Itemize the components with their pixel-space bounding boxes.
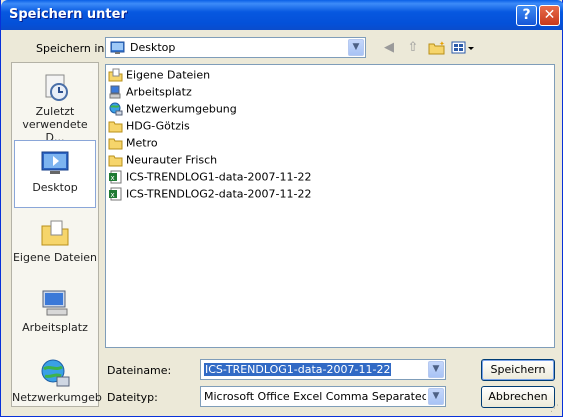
- view-menu-icon[interactable]: [451, 40, 475, 56]
- network-icon: [39, 357, 71, 389]
- file-name: Eigene Dateien: [126, 68, 211, 82]
- back-icon[interactable]: ◀: [379, 40, 399, 56]
- filename-input[interactable]: ICS-TRENDLOG1-data-2007-11-22 ▼: [200, 359, 446, 380]
- svg-text:x: x: [111, 191, 115, 199]
- list-item[interactable]: x ICS-TRENDLOG1-data-2007-11-22: [108, 170, 311, 187]
- list-item[interactable]: x ICS-TRENDLOG2-data-2007-11-22: [108, 187, 311, 204]
- chevron-down-icon[interactable]: ▼: [348, 39, 364, 56]
- save-button[interactable]: Speichern: [481, 359, 555, 381]
- filename-label: Dateiname:: [107, 364, 172, 377]
- place-my-computer[interactable]: Arbeitsplatz: [12, 287, 98, 334]
- my-computer-icon: [108, 85, 123, 99]
- my-documents-icon: [108, 68, 123, 82]
- folder-icon: [108, 136, 123, 150]
- cancel-button[interactable]: Abbrechen: [481, 386, 555, 408]
- save-in-label: Speichern in:: [36, 42, 109, 55]
- desktop-icon: [110, 40, 125, 58]
- window-title: Speichern unter: [9, 7, 127, 22]
- place-label: Zuletzt verwendete D...: [22, 105, 88, 144]
- place-label: Netzwerkumgeb: [12, 391, 102, 404]
- folder-icon: [108, 119, 123, 133]
- file-name: HDG-Götzis: [126, 119, 190, 133]
- my-computer-icon: [39, 287, 71, 319]
- file-name: Arbeitsplatz: [126, 85, 192, 99]
- place-label: Desktop: [32, 181, 78, 194]
- file-name: ICS-TRENDLOG2-data-2007-11-22: [126, 187, 312, 201]
- save-in-dropdown[interactable]: Desktop ▼: [105, 37, 366, 58]
- title-bar[interactable]: Speichern unter ? ✕: [1, 0, 563, 30]
- my-documents-icon: [39, 217, 71, 249]
- file-list[interactable]: Eigene Dateien Arbeitsplatz Netzwerkumge…: [105, 64, 555, 348]
- filename-value: ICS-TRENDLOG1-data-2007-11-22: [204, 363, 392, 376]
- list-item[interactable]: Neurauter Frisch: [108, 153, 217, 170]
- file-name: ICS-TRENDLOG1-data-2007-11-22: [126, 170, 312, 184]
- file-name: Metro: [126, 136, 158, 150]
- place-my-documents[interactable]: Eigene Dateien: [12, 217, 98, 264]
- network-icon: [108, 102, 123, 116]
- place-label: Arbeitsplatz: [22, 321, 88, 334]
- recent-documents-icon: [39, 71, 71, 103]
- svg-text:x: x: [111, 174, 115, 182]
- help-button[interactable]: ?: [516, 5, 537, 26]
- place-network[interactable]: Netzwerkumgeb: [12, 357, 102, 404]
- place-desktop[interactable]: Desktop: [14, 140, 96, 208]
- place-label: Eigene Dateien: [12, 251, 98, 264]
- filetype-label: Dateityp:: [107, 391, 158, 404]
- up-folder-icon[interactable]: ⇧: [403, 40, 423, 56]
- desktop-icon: [39, 147, 71, 179]
- file-name: Netzwerkumgebung: [126, 102, 237, 116]
- save-in-value: Desktop: [130, 41, 176, 54]
- folder-icon: [108, 153, 123, 167]
- list-item[interactable]: Arbeitsplatz: [108, 85, 192, 102]
- place-recent[interactable]: Zuletzt verwendete D...: [12, 71, 98, 144]
- places-bar: Zuletzt verwendete D... Desktop Eigene D…: [11, 62, 102, 407]
- save-as-dialog: Speichern unter ? ✕ Speichern in: Deskto…: [0, 0, 563, 417]
- excel-file-icon: x: [108, 170, 123, 184]
- filetype-value: Microsoft Office Excel Comma Separated V…: [204, 390, 426, 403]
- close-button[interactable]: ✕: [539, 5, 560, 26]
- list-item[interactable]: Metro: [108, 136, 158, 153]
- new-folder-icon[interactable]: ✦: [427, 40, 447, 56]
- list-item[interactable]: Netzwerkumgebung: [108, 102, 237, 119]
- chevron-down-icon[interactable]: ▼: [428, 388, 444, 405]
- excel-file-icon: x: [108, 187, 123, 201]
- list-item[interactable]: HDG-Götzis: [108, 119, 190, 136]
- resize-grip-icon[interactable]: ⋰: [550, 404, 560, 414]
- list-item[interactable]: Eigene Dateien: [108, 68, 210, 85]
- filetype-select[interactable]: Microsoft Office Excel Comma Separated V…: [200, 386, 446, 407]
- svg-text:✦: ✦: [439, 40, 445, 48]
- file-name: Neurauter Frisch: [126, 153, 218, 167]
- chevron-down-icon[interactable]: ▼: [428, 361, 444, 378]
